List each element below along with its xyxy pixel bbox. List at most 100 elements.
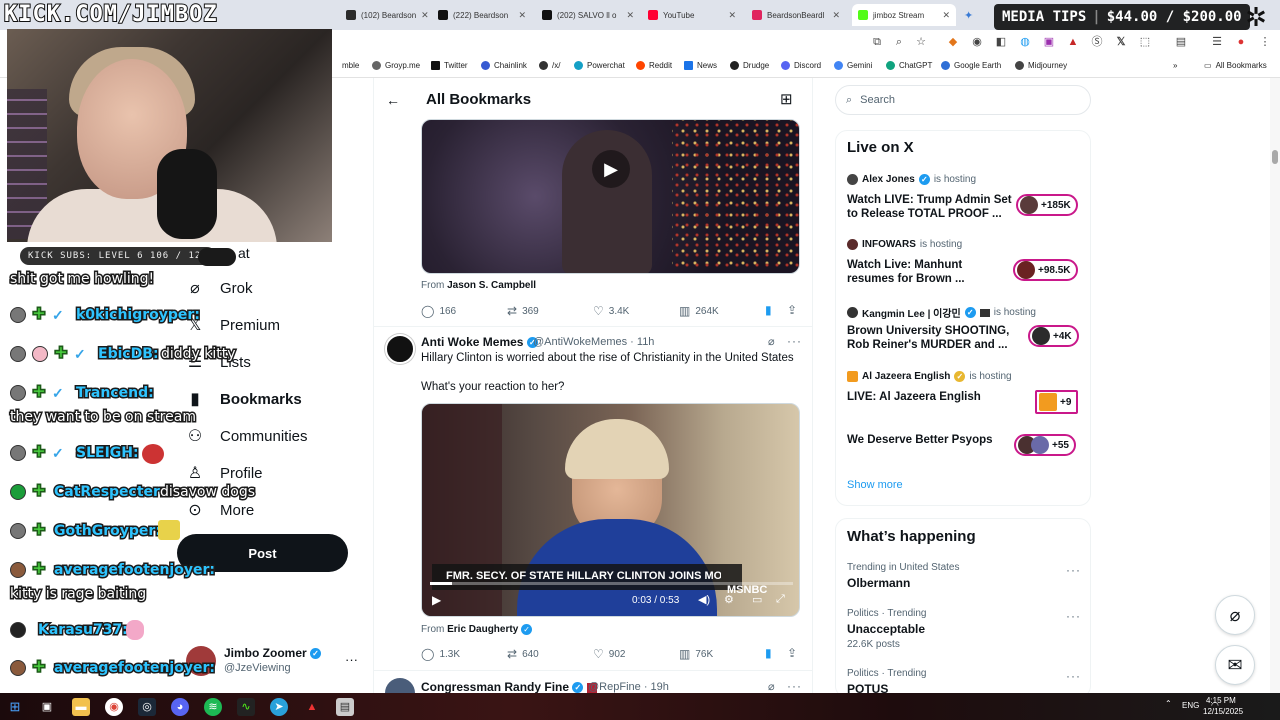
more-dots-icon[interactable]: ··· xyxy=(1066,563,1081,577)
browser-tab[interactable]: YouTube ✕ xyxy=(642,4,742,26)
reply-button[interactable]: ◯ 166 xyxy=(421,304,456,318)
bookmark-button[interactable]: ▮ xyxy=(765,303,772,317)
more-dots-icon[interactable]: ··· xyxy=(787,334,802,348)
clock-date[interactable]: 12/15/2025 xyxy=(1203,707,1243,716)
zoom-icon[interactable]: ⌕ xyxy=(892,35,906,49)
bookmark-item[interactable]: Midjourney xyxy=(1015,61,1067,70)
chat-username[interactable]: CatRespecter: xyxy=(53,483,168,502)
chat-username[interactable]: Karasu737: xyxy=(37,621,130,640)
nav-item-more[interactable]: ⊙ More xyxy=(186,501,254,520)
live-title[interactable]: Watch Live: Manhunt resumes for Brown ..… xyxy=(847,258,1012,286)
browser-tab[interactable]: (102) Beardson ✕ xyxy=(340,4,430,26)
close-icon[interactable]: ✕ xyxy=(421,10,429,21)
tweet-video[interactable]: FMR. SECY. OF STATE HILLARY CLINTON JOIN… xyxy=(421,403,800,617)
volume-icon[interactable]: ◀) xyxy=(698,593,710,606)
views-button[interactable]: ▥ 76K xyxy=(679,647,713,661)
chat-username[interactable]: EbicDB: xyxy=(97,345,161,364)
star-icon[interactable]: ☆ xyxy=(914,35,928,49)
extension-icon[interactable]: ◉ xyxy=(970,35,984,49)
chat-username[interactable]: GothGroyper: xyxy=(53,522,163,541)
pip-icon[interactable]: ▭ xyxy=(752,593,762,606)
like-button[interactable]: ♡ 3.4K xyxy=(593,304,629,318)
bookmark-folder-add-icon[interactable]: ⊞ xyxy=(780,90,793,108)
close-icon[interactable]: ✕ xyxy=(518,10,526,21)
live-host[interactable]: Alex Jones ✓ is hosting xyxy=(847,174,976,185)
grok-float-button[interactable]: ⌀ xyxy=(1215,595,1255,635)
nav-item-grok[interactable]: ⌀ Grok xyxy=(186,279,252,298)
close-icon[interactable]: ✕ xyxy=(832,10,840,21)
spotify-icon[interactable]: ≋ xyxy=(204,698,222,716)
menu-icon[interactable]: ⋮ xyxy=(1258,35,1272,49)
extension-icon[interactable]: ◍ xyxy=(1018,35,1032,49)
kick-app-icon[interactable]: ∿ xyxy=(237,698,255,716)
bookmark-item[interactable]: Discord xyxy=(781,61,821,70)
task-view-icon[interactable]: ▣ xyxy=(38,698,56,716)
nav-item-premium[interactable]: 𝕏 Premium xyxy=(186,316,280,335)
metamask-icon[interactable]: ◆ xyxy=(946,35,960,49)
share-button[interactable]: ⇪ xyxy=(787,303,797,317)
bookmark-item[interactable]: Google Earth xyxy=(941,61,1001,70)
play-icon[interactable]: ▶ xyxy=(592,150,630,188)
telegram-icon[interactable]: ➤ xyxy=(270,698,288,716)
windows-start-icon[interactable]: ⊞ xyxy=(6,698,24,716)
close-icon[interactable]: ✕ xyxy=(626,10,634,21)
messages-float-button[interactable]: ✉ xyxy=(1215,645,1255,685)
views-button[interactable]: ▥ 264K xyxy=(679,304,719,318)
trend-name[interactable]: Unacceptable xyxy=(847,622,925,636)
tray-chevron-icon[interactable]: ⌃ xyxy=(1165,699,1172,708)
avatar[interactable] xyxy=(385,334,415,364)
chat-username[interactable]: averagefootenjoyer: xyxy=(53,659,217,678)
play-icon[interactable]: ▶ xyxy=(432,593,441,607)
live-listeners[interactable]: +55 xyxy=(1014,434,1076,456)
chrome-icon[interactable]: ◉ xyxy=(105,698,123,716)
fullscreen-icon[interactable]: ⤢ xyxy=(776,593,785,606)
extension-icon[interactable]: ▲ xyxy=(1066,35,1080,49)
bookmark-item[interactable]: Twitter xyxy=(431,61,468,70)
bookmarks-overflow-icon[interactable]: » xyxy=(1173,61,1177,70)
more-dots-icon[interactable]: ··· xyxy=(1066,669,1081,683)
tweet-video[interactable]: ▶ xyxy=(421,119,800,274)
grok-icon[interactable]: ⌀ xyxy=(768,680,775,693)
nav-item-communities[interactable]: ⚇ Communities xyxy=(186,427,308,446)
show-more-link[interactable]: Show more xyxy=(847,479,903,491)
grok-icon[interactable]: ⌀ xyxy=(768,335,775,348)
more-dots-icon[interactable]: ··· xyxy=(787,679,802,693)
bookmark-item[interactable]: Gemini xyxy=(834,61,872,70)
app-icon[interactable]: ▤ xyxy=(336,698,354,716)
repost-button[interactable]: ⇄ 369 xyxy=(507,304,539,318)
bookmark-item[interactable]: News xyxy=(684,61,717,70)
file-explorer-icon[interactable]: ▬ xyxy=(72,698,90,716)
live-listeners[interactable]: +4K xyxy=(1028,325,1079,347)
bookmark-item[interactable]: ChatGPT xyxy=(886,61,932,70)
extension-icon[interactable]: ▣ xyxy=(1042,35,1056,49)
install-icon[interactable]: ⧉ xyxy=(870,35,884,49)
live-listeners[interactable]: +9 xyxy=(1035,390,1079,414)
chat-username[interactable]: Trancend: xyxy=(75,384,156,403)
language-indicator[interactable]: ENG xyxy=(1182,701,1199,710)
bookmark-item[interactable]: Drudge xyxy=(730,61,769,70)
close-icon[interactable]: ✕ xyxy=(942,10,950,21)
reading-list-icon[interactable]: ☰ xyxy=(1210,35,1224,49)
more-dots-icon[interactable]: ··· xyxy=(345,652,358,667)
nav-item-profile[interactable]: ♙ Profile xyxy=(186,464,263,483)
tweet-author[interactable]: Congressman Randy Fine ✓ xyxy=(421,680,597,694)
app-icon[interactable]: ▲ xyxy=(303,698,321,716)
chat-username[interactable]: averagefootenjoyer: xyxy=(53,561,217,580)
like-button[interactable]: ♡ 902 xyxy=(593,647,625,661)
tweet-author[interactable]: Anti Woke Memes ✓ xyxy=(421,335,538,349)
trend-name[interactable]: Olbermann xyxy=(847,576,910,590)
bookmark-item[interactable]: mble xyxy=(342,61,359,70)
back-arrow-icon[interactable]: ← xyxy=(386,92,400,108)
repost-button[interactable]: ⇄ 640 xyxy=(507,647,539,661)
live-title[interactable]: Brown University SHOOTING, Rob Reiner's … xyxy=(847,324,1012,352)
new-tab-button[interactable]: ✦ xyxy=(958,4,978,26)
live-title[interactable]: We Deserve Better Psyops xyxy=(847,433,1012,447)
clock-time[interactable]: 4:15 PM xyxy=(1206,696,1236,705)
discord-icon[interactable]: ◕ xyxy=(171,698,189,716)
browser-tab[interactable]: (222) Beardson ✕ xyxy=(432,4,532,26)
live-host[interactable]: INFOWARS is hosting xyxy=(847,239,962,250)
sidepanel-icon[interactable]: ▤ xyxy=(1174,35,1188,49)
live-title[interactable]: Watch LIVE: Trump Admin Set to Release T… xyxy=(847,193,1012,221)
bookmark-button[interactable]: ▮ xyxy=(765,646,772,660)
live-listeners[interactable]: +185K xyxy=(1016,194,1078,216)
